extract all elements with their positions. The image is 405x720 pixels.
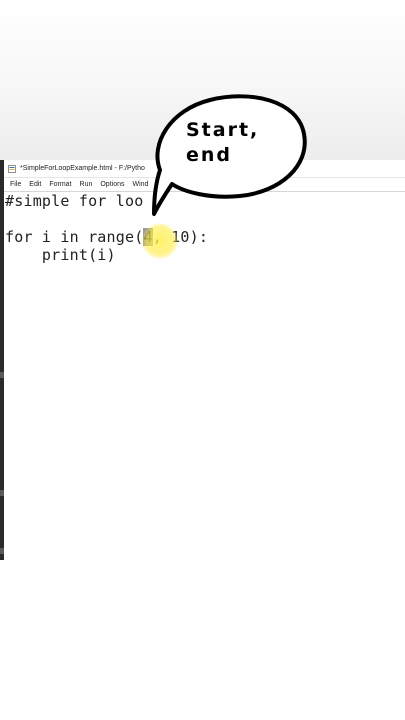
annotation-line-2: end bbox=[186, 144, 233, 166]
menu-edit[interactable]: Edit bbox=[29, 181, 41, 188]
gutter-marker bbox=[0, 372, 4, 378]
annotation-line-1: Start, bbox=[186, 119, 260, 141]
code-line-for[interactable]: for i in range(4, 10): bbox=[5, 228, 208, 246]
python-file-icon bbox=[8, 164, 16, 173]
code-line-print[interactable]: print(i) bbox=[5, 246, 116, 264]
menu-run[interactable]: Run bbox=[80, 181, 93, 188]
annotation-text: Start, end bbox=[186, 118, 286, 168]
code-line-comment[interactable]: #simple for loo bbox=[5, 192, 143, 210]
gutter-marker bbox=[0, 548, 4, 554]
gutter-marker bbox=[0, 490, 4, 496]
menu-format[interactable]: Format bbox=[49, 181, 71, 188]
menu-options[interactable]: Options bbox=[100, 181, 124, 188]
code-for-prefix: for i in range( bbox=[5, 228, 144, 246]
selected-start-arg[interactable]: 4 bbox=[143, 228, 153, 246]
code-for-suffix: , 10): bbox=[152, 228, 209, 246]
window-title: *SimpleForLoopExample.html - F:/Pytho bbox=[20, 165, 145, 172]
menu-file[interactable]: File bbox=[10, 181, 21, 188]
